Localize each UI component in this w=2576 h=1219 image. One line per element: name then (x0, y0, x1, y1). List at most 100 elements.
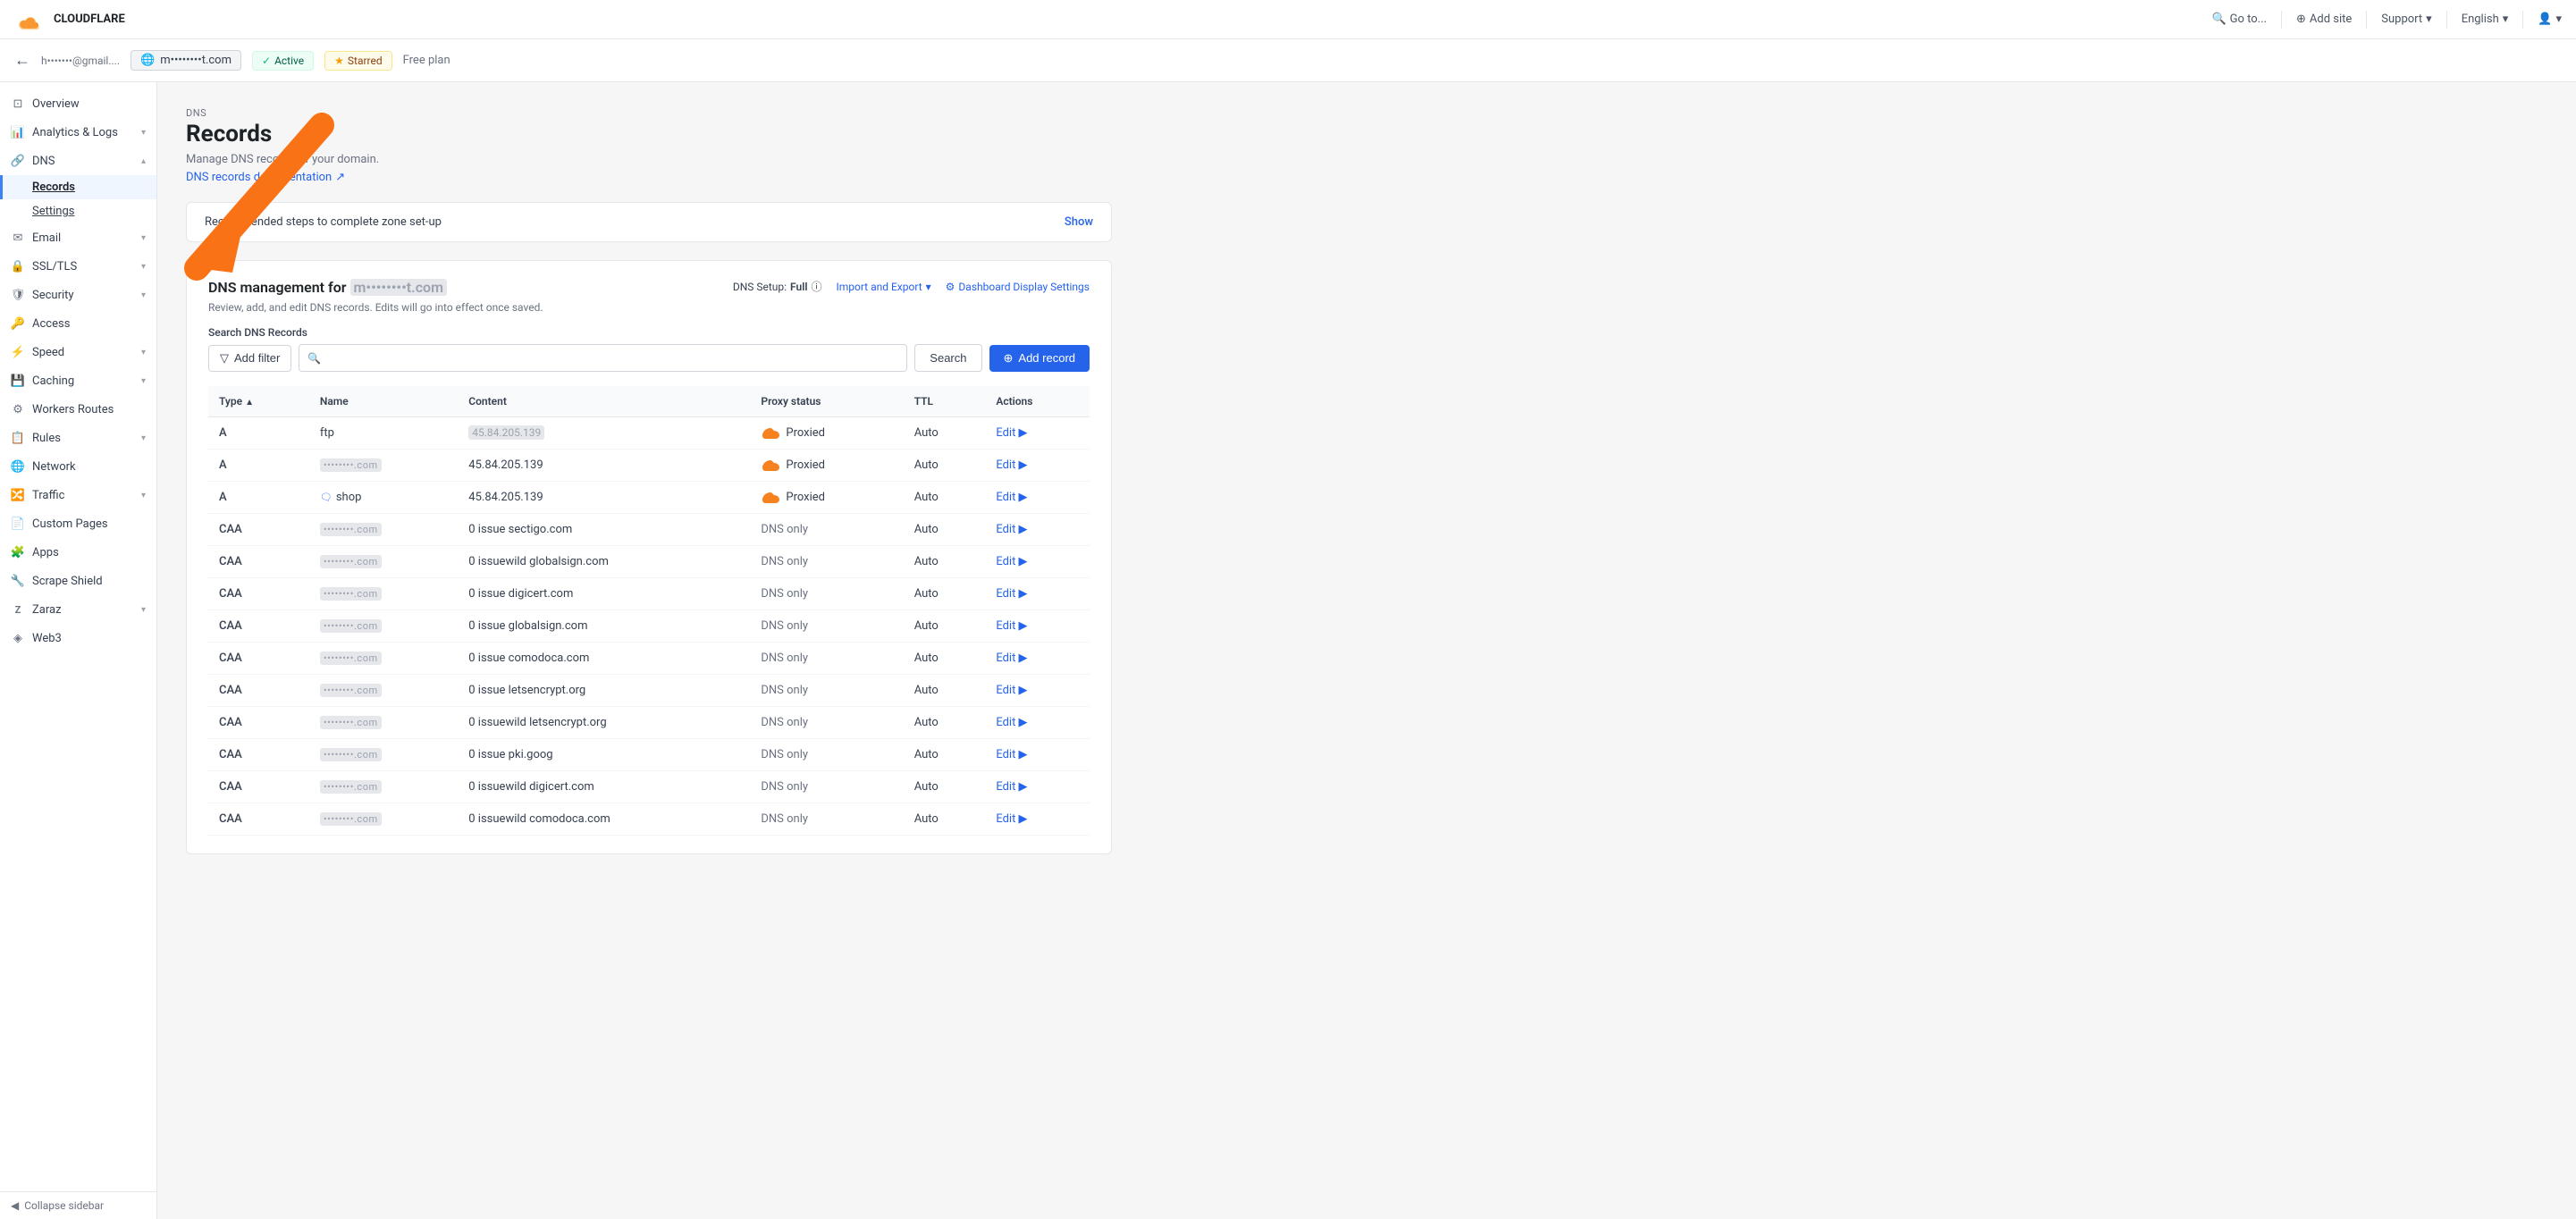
analytics-icon: 📊 (11, 125, 25, 139)
cell-proxy: DNS only (750, 675, 903, 707)
workers-icon: ⚙ (11, 402, 25, 416)
cell-ttl: Auto (904, 643, 986, 675)
cell-content: 0 issue globalsign.com (458, 610, 750, 643)
table-row: CAA••••••••.com0 issuewild globalsign.co… (208, 546, 1090, 578)
dns-card-info: DNS management for m••••••••t.com Review… (208, 279, 543, 315)
dns-card-desc: Review, add, and edit DNS records. Edits… (208, 299, 543, 315)
display-settings-btn[interactable]: ⚙ Dashboard Display Settings (946, 281, 1090, 293)
sidebar-item-web3[interactable]: ◈ Web3 (0, 624, 156, 652)
sidebar-item-records[interactable]: Records (0, 175, 156, 199)
sidebar-item-overview[interactable]: ⊡ Overview (0, 89, 156, 118)
sidebar-item-email[interactable]: ✉ Email ▾ (0, 223, 156, 252)
language-btn[interactable]: English ▾ (2462, 13, 2509, 26)
sidebar-item-network[interactable]: 🌐 Network (0, 452, 156, 481)
search-input[interactable] (299, 344, 907, 372)
cell-proxy: DNS only (750, 578, 903, 610)
edit-btn[interactable]: Edit ▶ (996, 652, 1079, 665)
user-icon: 👤 (2538, 13, 2552, 26)
security-icon: 🛡 (11, 288, 25, 302)
cell-type: CAA (208, 514, 309, 546)
chevron-down-icon-lang: ▾ (2503, 13, 2509, 26)
sidebar-item-analytics[interactable]: 📊 Analytics & Logs ▾ (0, 118, 156, 147)
nav-divider (2281, 11, 2282, 29)
sidebar-item-apps[interactable]: 🧩 Apps (0, 538, 156, 567)
cell-proxy: DNS only (750, 771, 903, 803)
sidebar-item-scrape-shield[interactable]: 🔧 Scrape Shield (0, 567, 156, 595)
cell-type: CAA (208, 643, 309, 675)
sidebar-item-dns[interactable]: 🔗 DNS ▴ (0, 147, 156, 175)
col-type: Type ▲ (208, 386, 309, 417)
scrape-shield-icon: 🔧 (11, 574, 25, 588)
edit-btn[interactable]: Edit ▶ (996, 587, 1079, 601)
nav-divider-3 (2446, 11, 2447, 29)
star-icon: ★ (334, 55, 344, 67)
cell-proxy: DNS only (750, 514, 903, 546)
import-export-btn[interactable]: Import and Export ▾ (836, 281, 930, 293)
edit-btn[interactable]: Edit ▶ (996, 491, 1079, 504)
dns-docs-link[interactable]: DNS records documentation ↗ (186, 171, 345, 184)
edit-btn[interactable]: Edit ▶ (996, 748, 1079, 761)
cell-name: 🗨shop (309, 482, 458, 514)
edit-btn[interactable]: Edit ▶ (996, 780, 1079, 794)
sidebar-item-custom-pages[interactable]: 📄 Custom Pages (0, 509, 156, 538)
back-button[interactable]: ← (14, 51, 30, 70)
col-content: Content (458, 386, 750, 417)
sidebar-item-zaraz[interactable]: Z Zaraz ▾ (0, 595, 156, 624)
sidebar-item-settings[interactable]: Settings (0, 199, 156, 223)
sidebar-item-rules[interactable]: 📋 Rules ▾ (0, 424, 156, 452)
edit-btn[interactable]: Edit ▶ (996, 426, 1079, 440)
access-icon: 🔑 (11, 316, 25, 331)
search-button[interactable]: Search (914, 344, 981, 372)
cell-actions: Edit ▶ (985, 578, 1090, 610)
table-row: CAA••••••••.com0 issuewild digicert.comD… (208, 771, 1090, 803)
sidebar-item-speed[interactable]: ⚡ Speed ▾ (0, 338, 156, 366)
chevron-rules: ▾ (141, 433, 146, 443)
col-ttl: TTL (904, 386, 986, 417)
user-menu-btn[interactable]: 👤 ▾ (2538, 13, 2562, 26)
col-name: Name (309, 386, 458, 417)
dns-icon: 🔗 (11, 154, 25, 168)
table-row: Aftp45.84.205.139ProxiedAutoEdit ▶ (208, 417, 1090, 450)
support-btn[interactable]: Support ▾ (2381, 13, 2431, 26)
cell-content: 45.84.205.139 (458, 450, 750, 482)
edit-btn[interactable]: Edit ▶ (996, 684, 1079, 697)
sidebar-item-access[interactable]: 🔑 Access (0, 309, 156, 338)
col-actions: Actions (985, 386, 1090, 417)
cell-proxy: DNS only (750, 546, 903, 578)
sidebar-item-security[interactable]: 🛡 Security ▾ (0, 281, 156, 309)
search-controls: ▽ Add filter 🔍 Search ⊕ Add record (208, 344, 1090, 372)
sidebar-item-ssl[interactable]: 🔒 SSL/TLS ▾ (0, 252, 156, 281)
add-record-button[interactable]: ⊕ Add record (989, 345, 1090, 372)
cell-name: ••••••••.com (309, 546, 458, 578)
cell-type: CAA (208, 578, 309, 610)
sidebar-item-traffic[interactable]: 🔀 Traffic ▾ (0, 481, 156, 509)
add-site-btn[interactable]: ⊕ Add site (2296, 13, 2352, 26)
cell-content: 45.84.205.139 (458, 482, 750, 514)
cloudflare-logo[interactable]: CLOUDFLARE (14, 7, 125, 32)
rec-banner-text: Recommended steps to complete zone set-u… (205, 215, 442, 229)
edit-btn[interactable]: Edit ▶ (996, 716, 1079, 729)
edit-btn[interactable]: Edit ▶ (996, 555, 1079, 568)
cell-name: ••••••••.com (309, 578, 458, 610)
edit-btn[interactable]: Edit ▶ (996, 458, 1079, 472)
edit-btn[interactable]: Edit ▶ (996, 812, 1079, 826)
cell-actions: Edit ▶ (985, 546, 1090, 578)
cell-type: CAA (208, 675, 309, 707)
edit-btn[interactable]: Edit ▶ (996, 523, 1079, 536)
domain-badge[interactable]: 🌐 m••••••••t.com (130, 50, 241, 71)
chevron-dns: ▴ (141, 156, 146, 166)
dns-card-title: DNS management for m••••••••t.com (208, 279, 543, 296)
nav-divider-2 (2366, 11, 2367, 29)
go-to-btn[interactable]: 🔍 Go to... (2211, 13, 2267, 26)
sidebar-item-workers-routes[interactable]: ⚙ Workers Routes (0, 395, 156, 424)
cell-name: ftp (309, 417, 458, 450)
collapse-sidebar-btn[interactable]: ◀ Collapse sidebar (0, 1191, 156, 1219)
sidebar: ⊡ Overview 📊 Analytics & Logs ▾ 🔗 DNS ▴ … (0, 82, 157, 1219)
add-filter-btn[interactable]: ▽ Add filter (208, 345, 291, 372)
sidebar-item-caching[interactable]: 💾 Caching ▾ (0, 366, 156, 395)
cell-type: CAA (208, 803, 309, 836)
edit-btn[interactable]: Edit ▶ (996, 619, 1079, 633)
show-rec-btn[interactable]: Show (1065, 215, 1093, 229)
search-section: Search DNS Records ▽ Add filter 🔍 Search (208, 326, 1090, 372)
cell-actions: Edit ▶ (985, 610, 1090, 643)
